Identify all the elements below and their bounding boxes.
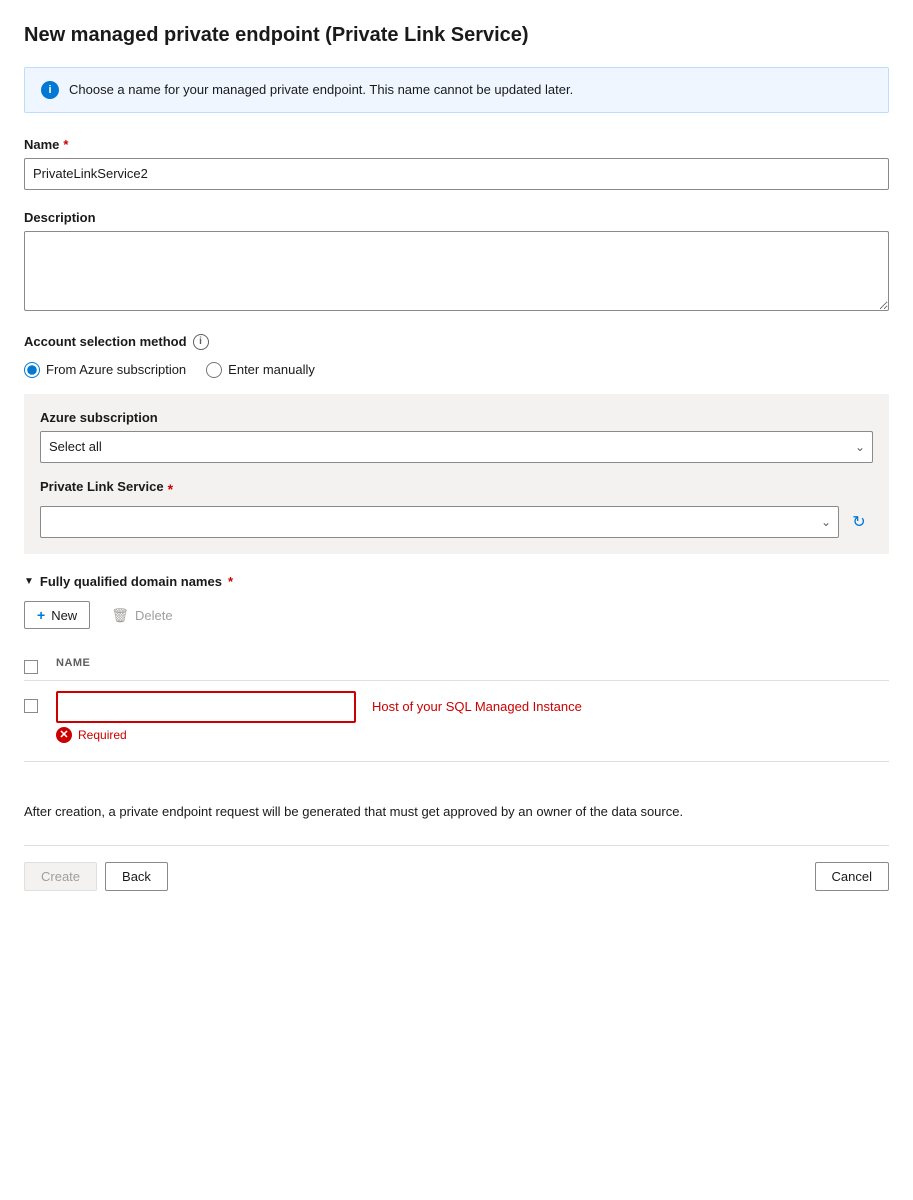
host-hint-text: Host of your SQL Managed Instance — [372, 699, 582, 714]
error-row: ✕ Required — [56, 727, 889, 743]
refresh-button[interactable]: ↻ — [845, 508, 873, 536]
page-title: New managed private endpoint (Private Li… — [24, 24, 889, 47]
error-icon: ✕ — [56, 727, 72, 743]
cancel-button[interactable]: Cancel — [815, 862, 889, 891]
radio-group: From Azure subscription Enter manually — [24, 362, 889, 378]
new-button-label: New — [51, 608, 77, 623]
table-column-name: NAME — [56, 657, 889, 669]
account-selection-group: Account selection method i From Azure su… — [24, 334, 889, 554]
table-header-checkbox-col — [24, 652, 44, 674]
info-icon: i — [41, 81, 59, 99]
delete-button[interactable]: 🗑 Delete — [98, 601, 185, 630]
private-link-service-select[interactable] — [40, 506, 839, 538]
radio-from-azure[interactable]: From Azure subscription — [24, 362, 186, 378]
fqdn-section: ▼ Fully qualified domain names * + New 🗑… — [24, 574, 889, 762]
row-checkbox[interactable] — [24, 699, 38, 713]
fqdn-label: Fully qualified domain names — [40, 574, 222, 589]
azure-subscription-select[interactable]: Select all — [40, 431, 873, 463]
description-field-group: Description — [24, 210, 889, 314]
azure-subscription-group: Azure subscription Select all ⌄ — [40, 410, 873, 463]
azure-subscription-dropdown-container: Select all ⌄ — [40, 431, 873, 463]
table-row: Host of your SQL Managed Instance ✕ Requ… — [24, 685, 889, 749]
table-divider — [24, 761, 889, 762]
fqdn-required-star: * — [228, 574, 233, 589]
fqdn-name-input[interactable] — [56, 691, 356, 723]
delete-button-label: Delete — [135, 608, 173, 623]
fqdn-header[interactable]: ▼ Fully qualified domain names * — [24, 574, 889, 589]
table-header-row: NAME — [24, 646, 889, 681]
radio-enter-manually[interactable]: Enter manually — [206, 362, 315, 378]
row-name-cell: Host of your SQL Managed Instance ✕ Requ… — [56, 691, 889, 743]
new-button[interactable]: + New — [24, 601, 90, 629]
private-link-service-label: Private Link Service — [40, 479, 164, 494]
back-button[interactable]: Back — [105, 862, 168, 891]
fqdn-collapse-icon: ▼ — [24, 576, 34, 587]
info-banner-text: Choose a name for your managed private e… — [69, 80, 573, 100]
account-selection-label: Account selection method i — [24, 334, 889, 350]
account-selection-info-icon[interactable]: i — [193, 334, 209, 350]
description-input[interactable] — [24, 231, 889, 311]
table-header-checkbox[interactable] — [24, 660, 38, 674]
trash-icon: 🗑 — [111, 607, 129, 624]
private-link-required-star: * — [168, 481, 173, 497]
azure-subscription-label: Azure subscription — [40, 410, 873, 425]
private-link-row: ⌄ ↻ — [40, 506, 873, 538]
private-link-dropdown-wrap: ⌄ — [40, 506, 839, 538]
fqdn-table: NAME Host of your SQL Managed Instance ✕… — [24, 646, 889, 762]
name-field-group: Name * — [24, 137, 889, 190]
action-bar: Create Back Cancel — [24, 845, 889, 891]
footer-note: After creation, a private endpoint reque… — [24, 802, 889, 822]
name-required-star: * — [63, 137, 68, 152]
radio-enter-manually-label: Enter manually — [228, 362, 315, 377]
plus-icon: + — [37, 607, 45, 623]
name-input[interactable] — [24, 158, 889, 190]
radio-enter-manually-input[interactable] — [206, 362, 222, 378]
name-input-row: Host of your SQL Managed Instance — [56, 691, 889, 723]
private-link-dropdown-container: ⌄ — [40, 506, 839, 538]
info-banner: i Choose a name for your managed private… — [24, 67, 889, 113]
name-label: Name * — [24, 137, 889, 152]
private-link-label-row: Private Link Service * — [40, 479, 873, 500]
radio-from-azure-input[interactable] — [24, 362, 40, 378]
error-text: Required — [78, 728, 127, 742]
subscription-panel: Azure subscription Select all ⌄ Private … — [24, 394, 889, 554]
fqdn-toolbar: + New 🗑 Delete — [24, 601, 889, 630]
radio-from-azure-label: From Azure subscription — [46, 362, 186, 377]
description-label: Description — [24, 210, 889, 225]
action-left: Create Back — [24, 862, 168, 891]
create-button[interactable]: Create — [24, 862, 97, 891]
private-link-service-group: Private Link Service * ⌄ ↻ — [40, 479, 873, 538]
row-checkbox-col — [24, 691, 44, 713]
